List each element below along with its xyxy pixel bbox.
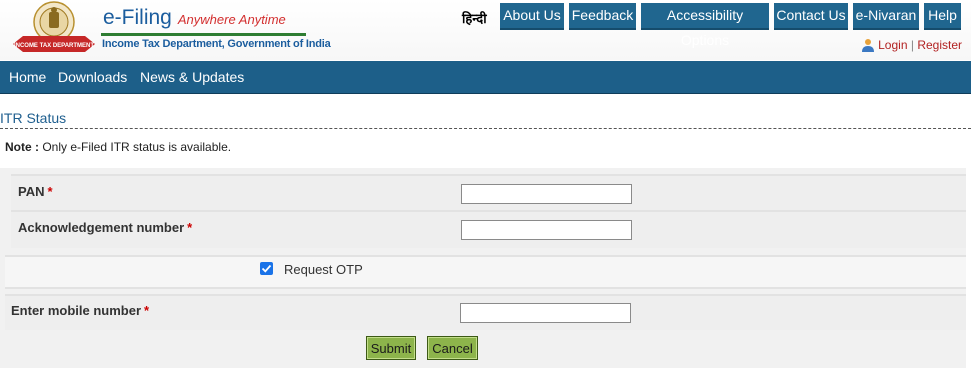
language-switch-link[interactable]: हिन्दी [462,9,487,27]
request-otp-label[interactable]: Request OTP [284,262,363,277]
nav-news-updates[interactable]: News & Updates [140,69,244,85]
note-message: Only e-Filed ITR status is available. [39,140,232,154]
page-title: ITR Status [0,110,67,126]
topnav-contact-us[interactable]: Contact Us [774,3,848,30]
svg-text:INCOME TAX DEPARTMENT: INCOME TAX DEPARTMENT [14,43,94,49]
site-header: INCOME TAX DEPARTMENT e-Filing Anywhere A… [0,0,971,60]
brand-title-text: e-Filing [103,6,172,29]
request-otp-checkbox[interactable] [260,262,273,275]
mobile-label: Enter mobile number * [11,303,149,318]
topnav-feedback[interactable]: Feedback [569,3,636,30]
login-link[interactable]: Login [878,38,907,52]
pan-input[interactable] [461,184,632,204]
topnav-help[interactable]: Help [924,3,961,30]
user-icon [862,39,875,52]
submit-button[interactable]: Submit [366,336,416,360]
checkmark-icon [261,264,272,273]
topnav-accessibility-options[interactable]: Accessibility Options [641,3,769,48]
otp-row [5,255,966,289]
acknowledgement-input[interactable] [461,220,632,240]
pan-label: PAN * [18,184,53,199]
emblem-logo[interactable]: INCOME TAX DEPARTMENT [11,0,96,56]
title-divider [0,128,971,129]
note-box: Note : Only e-Filed ITR status is availa… [0,137,966,168]
nav-home[interactable]: Home [9,69,46,85]
cancel-button[interactable]: Cancel [427,336,478,360]
main-nav-bar: Home Downloads News & Updates [0,61,971,94]
mobile-number-input[interactable] [460,303,631,323]
note-label: Note : [5,140,39,154]
pan-label-text: PAN [18,184,45,199]
mobile-label-text: Enter mobile number [11,303,142,318]
pan-required-mark: * [47,184,53,199]
mobile-required-mark: * [144,303,150,318]
topnav-about-us[interactable]: About Us [500,3,564,30]
brand-subtitle: Income Tax Department, Government of Ind… [102,38,331,50]
acknowledgement-required-mark: * [187,220,193,235]
acknowledgement-label: Acknowledgement number * [18,220,192,235]
topnav-e-nivaran[interactable]: e-Nivaran [853,3,919,30]
form-panel [0,137,966,368]
note-text: Note : Only e-Filed ITR status is availa… [5,140,231,154]
login-register-area: Login | Register [861,38,962,52]
register-link[interactable]: Register [917,38,962,52]
brand-tagline: Anywhere Anytime [177,12,286,27]
brand-underline [101,33,306,36]
brand-title: e-Filing Anywhere Anytime [103,6,286,30]
login-separator: | [910,38,914,52]
nav-downloads[interactable]: Downloads [58,69,127,85]
acknowledgement-label-text: Acknowledgement number [18,220,185,235]
